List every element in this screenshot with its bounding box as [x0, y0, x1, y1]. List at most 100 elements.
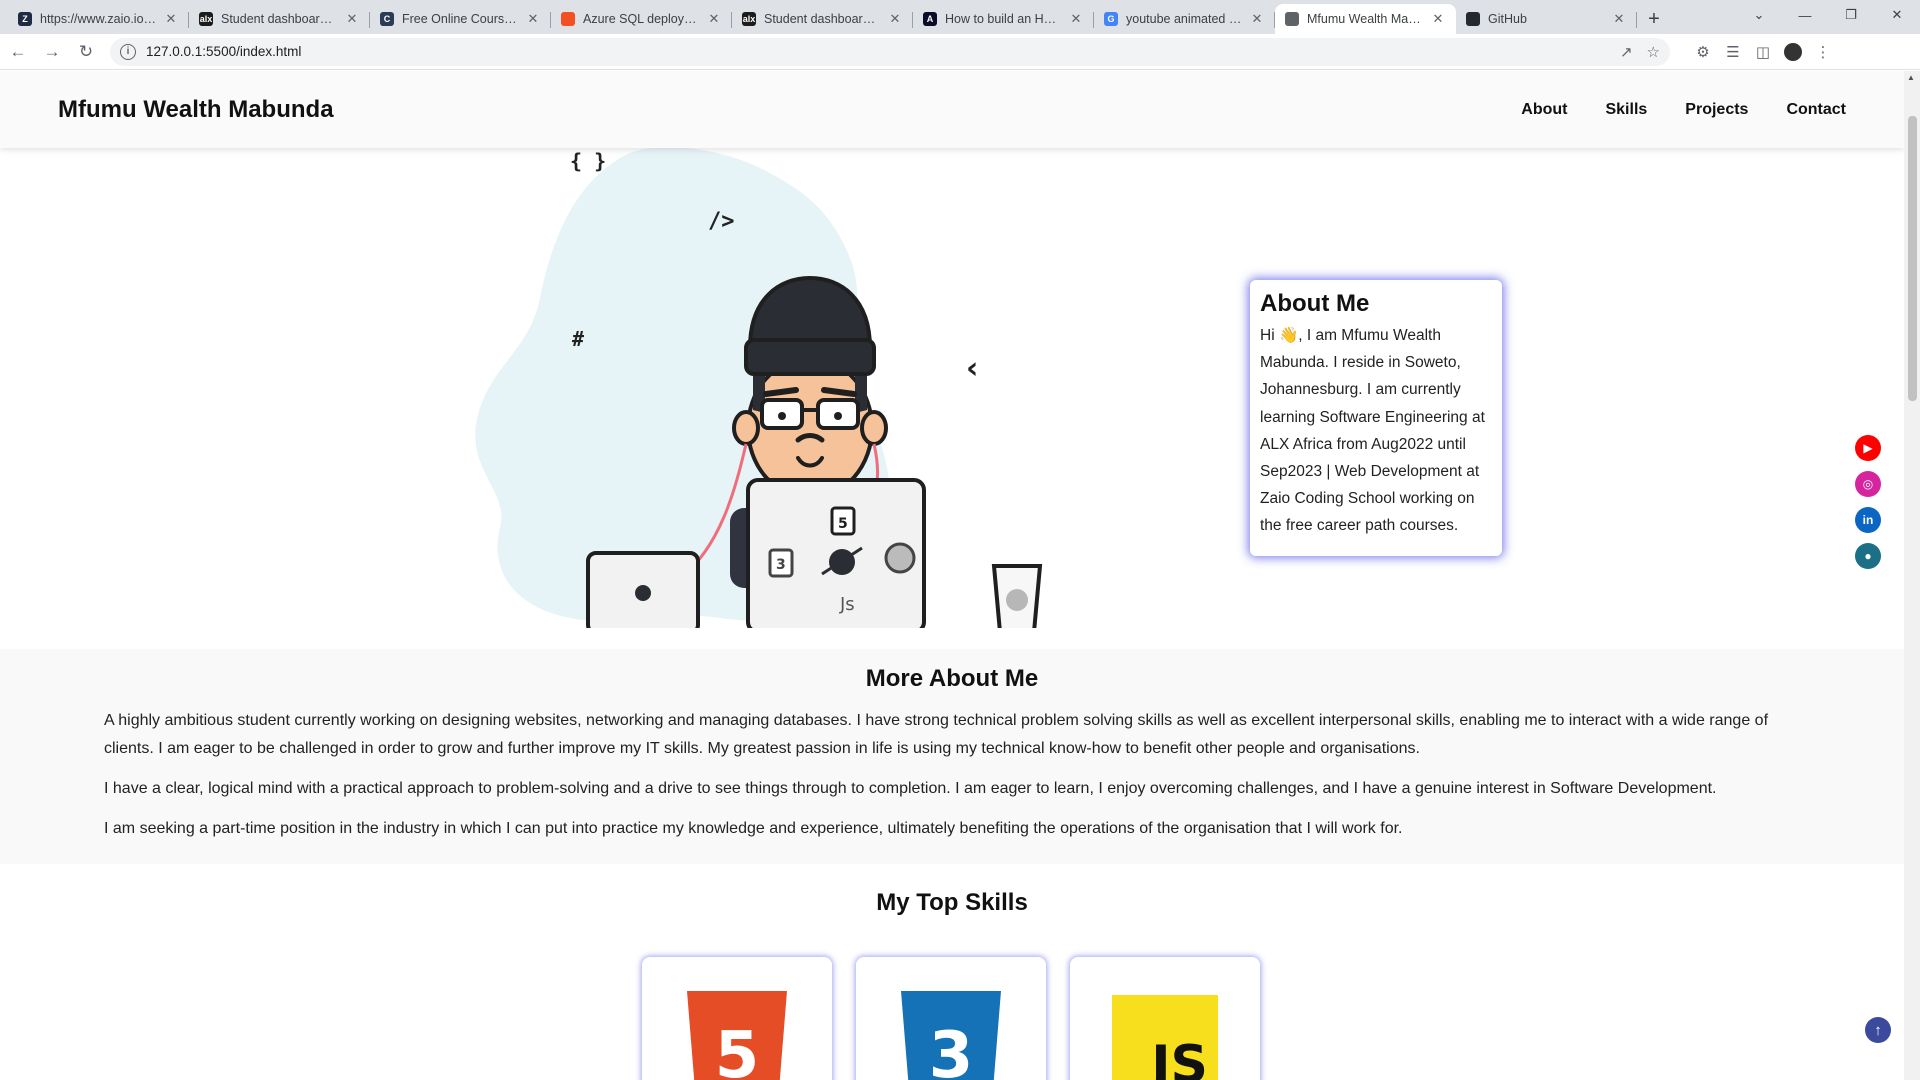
bookmark-star-icon[interactable]: ☆ [1647, 43, 1660, 61]
reload-button[interactable]: ↻ [70, 38, 102, 66]
tab-close-icon[interactable]: ✕ [1611, 11, 1627, 27]
github-icon [1466, 12, 1480, 26]
tab-title: GitHub [1488, 12, 1527, 26]
tab-title: Free Online Course: A [402, 12, 519, 26]
tab-close-icon[interactable]: ✕ [344, 11, 360, 27]
browser-tab[interactable]: alx Student dashboard | J ✕ [189, 4, 370, 34]
svg-text:3: 3 [776, 557, 786, 573]
more-about-paragraph-2: I have a clear, logical mind with a prac… [104, 780, 1717, 797]
browser-tab[interactable]: GitHub ✕ [1456, 4, 1637, 34]
google-icon: G [1104, 12, 1118, 26]
window-controls: ⌄ — ❐ ✕ [1736, 0, 1920, 30]
tab-close-icon[interactable]: ✕ [887, 11, 903, 27]
youtube-icon[interactable]: ▶ [1855, 435, 1881, 461]
tab-title: Azure SQL deploymen [583, 12, 700, 26]
skills-title: My Top Skills [876, 889, 1028, 916]
back-button[interactable]: ← [2, 38, 34, 66]
profile-avatar[interactable] [1778, 38, 1808, 66]
developer-illustration: /> { } # ‹ 5 3 Js [475, 148, 1043, 628]
site-navbar: Mfumu Wealth Mabunda About Skills Projec… [0, 71, 1904, 148]
skill-card[interactable]: JS [1070, 957, 1260, 1080]
more-about-section: More About Me A highly ambitious student… [0, 649, 1904, 864]
site-brand[interactable]: Mfumu Wealth Mabunda [58, 96, 334, 124]
browser-tab[interactable]: Azure SQL deploymen ✕ [551, 4, 732, 34]
tab-close-icon[interactable]: ✕ [1249, 11, 1265, 27]
instagram-icon[interactable]: ◎ [1855, 471, 1881, 497]
tab-close-icon[interactable]: ✕ [1068, 11, 1084, 27]
browser-tab[interactable]: alx Student dashboard | J ✕ [732, 4, 913, 34]
skill-card[interactable]: 5 [642, 957, 832, 1080]
minimize-button[interactable]: — [1782, 0, 1828, 30]
hero-section: /> { } # ‹ 5 3 Js About Me Hi 👋, I am Mf… [0, 148, 1904, 648]
js-logo-text: JS [1151, 1035, 1208, 1080]
tab-title: https://www.zaio.io/ap [40, 12, 157, 26]
scrollbar-thumb[interactable] [1908, 116, 1917, 401]
svg-text:5: 5 [838, 516, 848, 532]
tab-close-icon[interactable]: ✕ [1430, 11, 1446, 27]
browser-tab[interactable]: Gyoutube animated ico ✕ [1094, 4, 1275, 34]
browser-tab[interactable]: Mfumu Wealth Mabun ✕ [1275, 4, 1456, 34]
shield-digit: 3 [928, 1019, 974, 1080]
javascript-logo: JS [1112, 995, 1218, 1080]
nav-about[interactable]: About [1521, 101, 1567, 119]
extensions-icon[interactable]: ⚙ [1688, 38, 1718, 66]
nav-links: About Skills Projects Contact [1483, 101, 1846, 119]
tab-close-icon[interactable]: ✕ [525, 11, 541, 27]
microsoft-icon [561, 12, 575, 26]
url-input[interactable]: i 127.0.0.1:5500/index.html ↗ ☆ [110, 37, 1670, 66]
side-panel-icon[interactable]: ◫ [1748, 38, 1778, 66]
tab-close-icon[interactable]: ✕ [163, 11, 179, 27]
tab-title: Mfumu Wealth Mabun [1307, 12, 1424, 26]
new-tab-button[interactable]: + [1637, 4, 1671, 34]
about-card-text: Hi 👋, I am Mfumu Wealth Mabunda. I resid… [1260, 327, 1485, 535]
reading-list-icon[interactable]: ☰ [1718, 38, 1748, 66]
alx-icon: alx [199, 12, 213, 26]
share-icon[interactable]: ↗ [1620, 43, 1633, 61]
more-about-paragraph-3: I am seeking a part-time position in the… [104, 820, 1403, 837]
browser-tab-strip: Zhttps://www.zaio.io/ap ✕ alx Student dashb… [0, 0, 1920, 34]
tab-title: Student dashboard | J [221, 12, 338, 26]
shield-digit: 5 [714, 1019, 760, 1080]
forward-button[interactable]: → [36, 38, 68, 66]
scroll-up-arrow-icon[interactable]: ▲ [1907, 73, 1915, 82]
floating-brace-glyph: { } [570, 149, 606, 173]
address-bar-row: ← → ↻ i 127.0.0.1:5500/index.html ↗ ☆ ⚙ … [0, 34, 1920, 70]
about-me-card: About Me Hi 👋, I am Mfumu Wealth Mabunda… [1250, 280, 1502, 556]
scroll-to-top-button[interactable]: ↑ [1865, 1017, 1891, 1043]
floating-slash-glyph: /> [708, 209, 735, 234]
more-about-paragraph-1: A highly ambitious student currently wor… [104, 712, 1769, 757]
close-window-button[interactable]: ✕ [1874, 0, 1920, 30]
nav-projects[interactable]: Projects [1685, 101, 1748, 119]
url-text: 127.0.0.1:5500/index.html [146, 44, 302, 59]
skill-card[interactable]: 3 [856, 957, 1046, 1080]
browser-tab[interactable]: Zhttps://www.zaio.io/ap ✕ [8, 4, 189, 34]
laptop-js-sticker: Js [839, 594, 855, 615]
nav-skills[interactable]: Skills [1605, 101, 1647, 119]
tab-close-icon[interactable]: ✕ [706, 11, 722, 27]
page-scrollbar[interactable]: ▲ [1904, 71, 1920, 1080]
browser-tab[interactable]: A How to build an HTML ✕ [913, 4, 1094, 34]
article-icon: A [923, 12, 937, 26]
alx-icon: alx [742, 12, 756, 26]
more-about-title: More About Me [865, 665, 1039, 692]
css3-logo: 3 [901, 991, 1001, 1080]
social-links: ▶ ◎ in ● [1855, 435, 1881, 579]
page-viewport: Mfumu Wealth Mabunda About Skills Projec… [0, 71, 1904, 1080]
tab-title: youtube animated ico [1126, 12, 1243, 26]
menu-kebab-icon[interactable]: ⋮ [1808, 38, 1838, 66]
about-card-title: About Me [1260, 290, 1370, 317]
floating-chevron-glyph: ‹ [966, 351, 978, 386]
floating-hash-glyph: # [572, 327, 584, 351]
tab-separator [1636, 12, 1637, 28]
browser-tab[interactable]: C Free Online Course: A ✕ [370, 4, 551, 34]
linkedin-icon[interactable]: in [1855, 507, 1881, 533]
globe-icon [1285, 12, 1299, 26]
maximize-button[interactable]: ❐ [1828, 0, 1874, 30]
zaio-icon: Z [18, 12, 32, 26]
tab-title: Student dashboard | J [764, 12, 881, 26]
nav-contact[interactable]: Contact [1786, 101, 1846, 119]
site-info-icon[interactable]: i [120, 43, 136, 60]
tab-search-icon[interactable]: ⌄ [1736, 0, 1782, 30]
github-icon[interactable]: ● [1855, 543, 1881, 569]
course-icon: C [380, 12, 394, 26]
